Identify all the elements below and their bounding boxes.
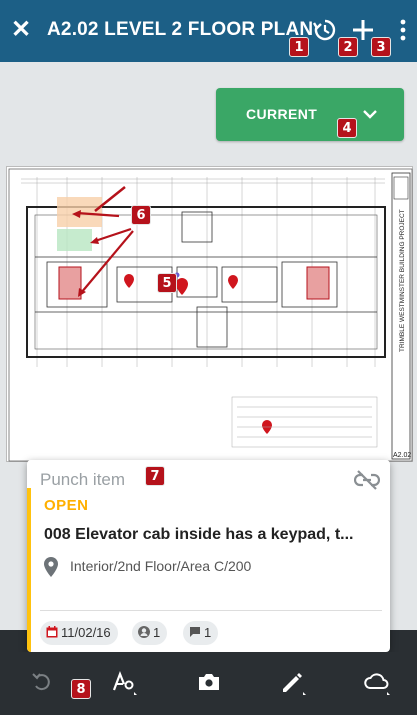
comment-chip: 1 [183,621,219,645]
project-title-block: TRIMBLE WESTMINSTER BUILDING PROJECT [399,209,406,352]
comment-icon [190,627,200,637]
location-pin-icon [44,557,58,577]
comment-count: 1 [204,625,212,640]
sheet-number: A2.02 [393,452,411,459]
camera-icon[interactable] [195,668,223,696]
assignee-count: 1 [153,625,161,640]
bottom-toolbar [0,652,417,715]
callout-badge-1: 1 [289,37,309,57]
punch-item-card[interactable]: Punch item OPEN 008 Elevator cab inside … [27,460,390,652]
version-label: CURRENT [246,106,318,122]
cloud-icon[interactable] [362,668,390,696]
callout-badge-4: 4 [337,118,357,138]
version-dropdown[interactable]: CURRENT [216,88,404,141]
more-vertical-icon[interactable] [389,16,417,44]
callout-badge-3: 3 [371,37,391,57]
punch-item-subject: 008 Elevator cab inside has a keypad, t.… [44,526,354,543]
assignee-chip: 1 [132,621,168,645]
callout-badge-2: 2 [338,37,358,57]
floor-plan-sheet[interactable]: TRIMBLE WESTMINSTER BUILDING PROJECT A2.… [6,166,413,462]
user-icon [138,626,150,638]
pen-icon[interactable] [278,668,306,696]
close-icon[interactable]: ✕ [9,18,33,42]
floor-plan-drawing: TRIMBLE WESTMINSTER BUILDING PROJECT A2.… [8,168,413,462]
chevron-down-icon [363,110,377,119]
markup-tools-icon[interactable] [110,668,138,696]
callout-badge-6: 6 [131,205,151,225]
due-date-chip: 11/02/16 [40,621,118,645]
status-badge: OPEN [44,497,89,514]
status-accent-bar [27,488,31,652]
callout-badge-7: 7 [145,466,165,486]
punch-item-location: Interior/2nd Floor/Area C/200 [70,558,252,574]
due-date: 11/02/16 [61,625,111,640]
divider [40,610,382,611]
calendar-icon [46,626,58,638]
history-icon[interactable] [311,16,339,44]
unlink-icon[interactable] [354,469,380,491]
item-type-label: Punch item [40,470,126,489]
page-title: A2.02 LEVEL 2 FLOOR PLAN [47,19,314,40]
callout-badge-5: 5 [157,273,177,293]
undo-icon[interactable] [28,668,56,696]
callout-badge-8: 8 [71,679,91,699]
